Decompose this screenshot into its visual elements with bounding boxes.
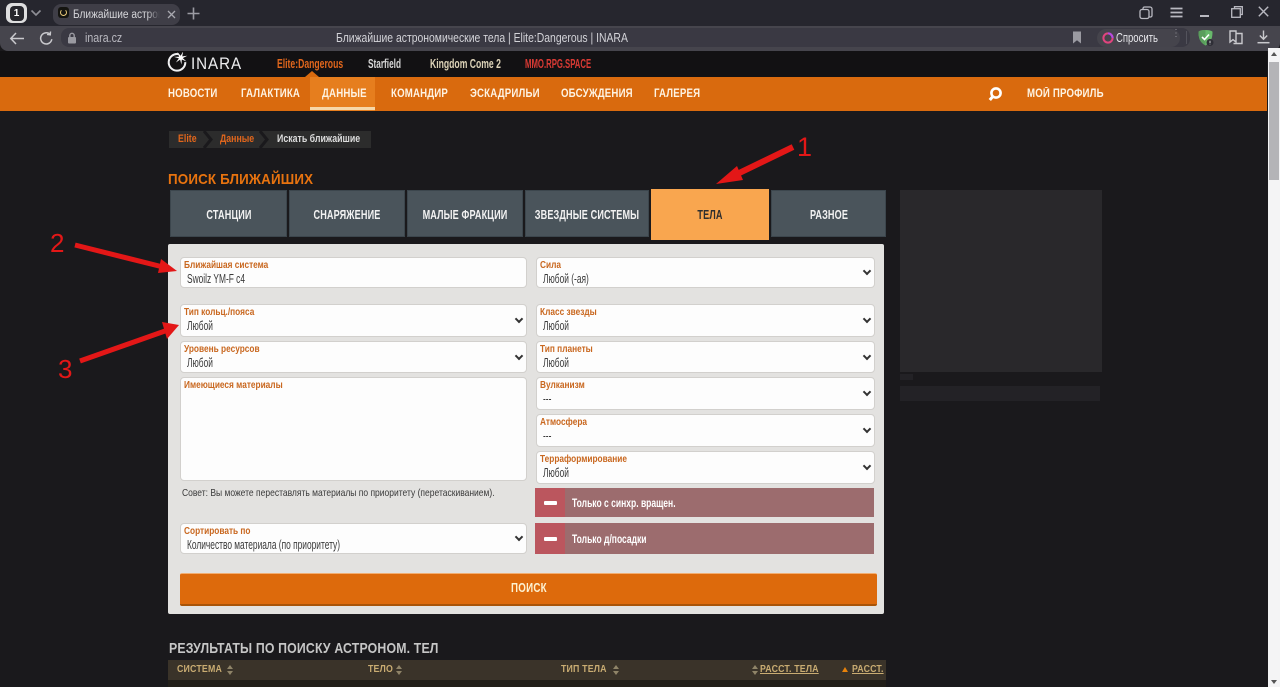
- svg-text:3: 3: [58, 354, 72, 384]
- svg-text:2: 2: [50, 228, 64, 258]
- svg-text:1: 1: [797, 132, 812, 162]
